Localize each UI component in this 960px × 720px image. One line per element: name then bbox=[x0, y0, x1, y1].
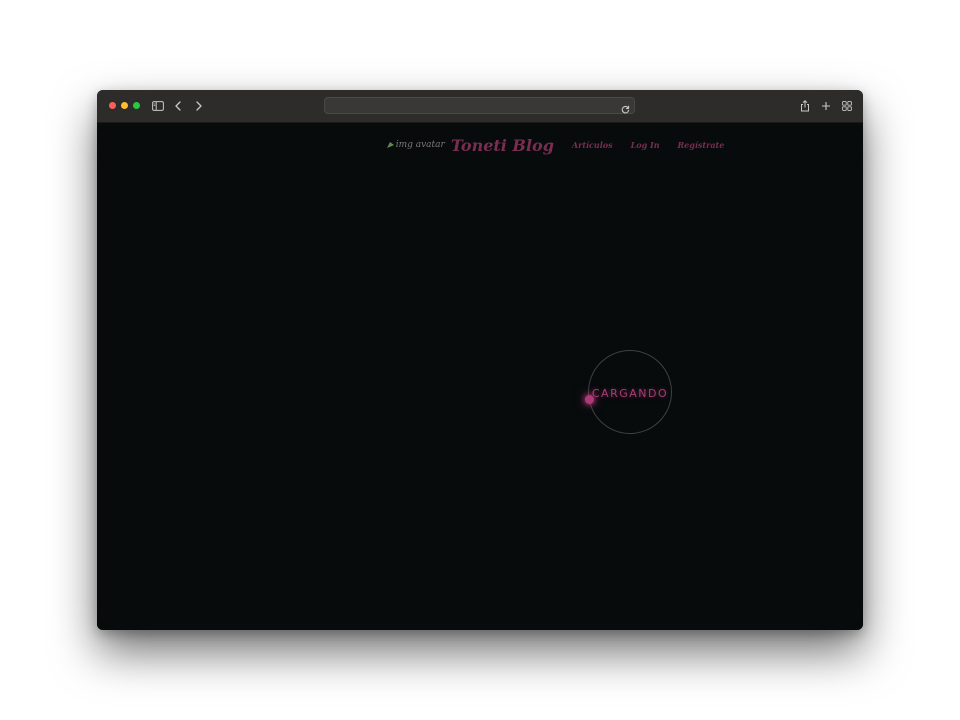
close-window-button[interactable] bbox=[109, 102, 116, 109]
minimize-window-button[interactable] bbox=[121, 102, 128, 109]
nav-link-login[interactable]: Log In bbox=[631, 140, 660, 150]
page-content: img avatar Toneti Blog Artículos Log In … bbox=[97, 123, 863, 630]
plus-icon[interactable] bbox=[820, 97, 832, 115]
loading-label: CARGANDO bbox=[591, 387, 669, 400]
site-brand-link[interactable]: Toneti Blog bbox=[451, 136, 554, 155]
nav-link-articles[interactable]: Artículos bbox=[572, 140, 613, 150]
browser-toolbar bbox=[97, 90, 863, 123]
loading-spinner: CARGANDO bbox=[585, 350, 672, 434]
zoom-window-button[interactable] bbox=[133, 102, 140, 109]
avatar-alt-text: img avatar bbox=[395, 140, 445, 150]
nav-link-register[interactable]: Regístrate bbox=[678, 140, 725, 150]
browser-window: img avatar Toneti Blog Artículos Log In … bbox=[97, 90, 863, 630]
site-navbar: img avatar Toneti Blog Artículos Log In … bbox=[97, 131, 863, 159]
reload-icon[interactable] bbox=[621, 101, 630, 114]
address-bar[interactable] bbox=[324, 97, 635, 114]
sidebar-icon[interactable] bbox=[151, 97, 165, 115]
broken-image-icon bbox=[386, 142, 394, 148]
chevron-left-icon[interactable] bbox=[173, 97, 183, 115]
share-icon[interactable] bbox=[799, 97, 811, 115]
address-input[interactable] bbox=[333, 99, 617, 114]
avatar[interactable]: img avatar bbox=[386, 140, 445, 150]
tabs-grid-icon[interactable] bbox=[841, 97, 853, 115]
chevron-right-icon[interactable] bbox=[194, 97, 204, 115]
